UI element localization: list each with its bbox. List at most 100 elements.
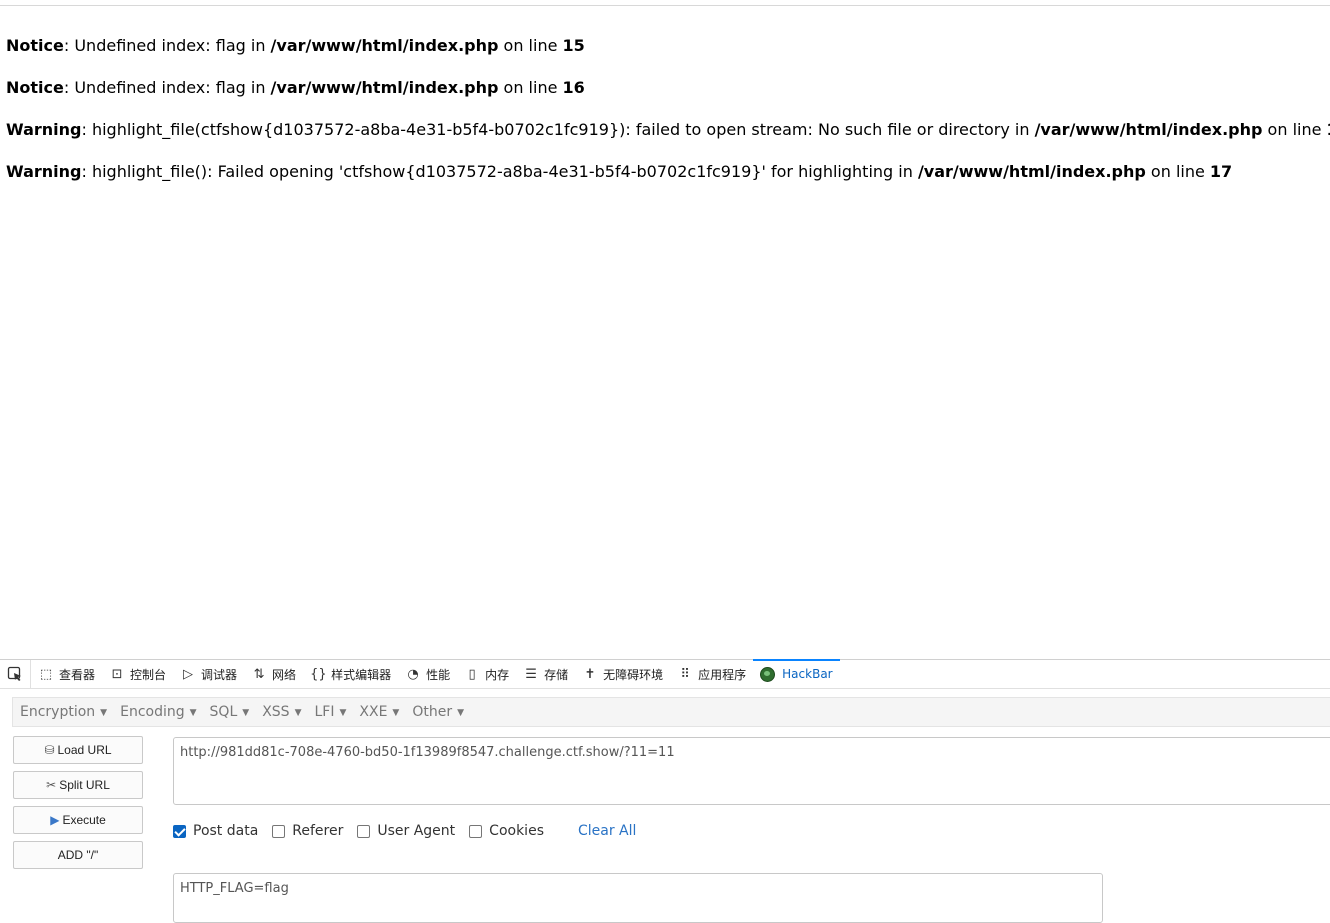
menu-xxe[interactable]: XXE ▼ xyxy=(352,704,405,720)
message-text: : highlight_file(ctfshow{d1037572-a8ba-4… xyxy=(81,120,1035,139)
message-level: Warning xyxy=(6,162,82,181)
message-mid: on line xyxy=(1145,162,1210,181)
caret-down-icon: ▼ xyxy=(294,708,302,718)
tab-label: 调试器 xyxy=(201,667,238,682)
checkbox-checked-icon xyxy=(173,824,186,838)
tab-label: 内存 xyxy=(485,667,510,682)
load-url-button[interactable]: ⛁ Load URL xyxy=(13,736,143,764)
menu-sql[interactable]: SQL ▼ xyxy=(203,704,256,720)
scissors-icon: ✂ xyxy=(46,778,57,792)
tab-console[interactable]: ⊡ 控制台 xyxy=(102,660,173,688)
php-message: Notice: Undefined index: flag in /var/ww… xyxy=(6,34,1330,76)
tab-memory[interactable]: ▯ 内存 xyxy=(457,660,516,688)
message-text: : highlight_file(): Failed opening 'ctfs… xyxy=(81,162,918,181)
devtools-panel: ⬚ 查看器 ⊡ 控制台 ▷ 调试器 ⇅ 网络 {} 样式编辑器 ◔ 性能 ▯ 内存 ☰ 存储 ✝… xyxy=(0,659,1330,923)
message-level: Notice xyxy=(6,78,64,97)
menu-label: XSS xyxy=(262,704,290,720)
button-label: Load URL xyxy=(57,743,112,757)
menu-encryption[interactable]: Encryption ▼ xyxy=(13,704,113,720)
tab-label: 样式编辑器 xyxy=(331,667,392,682)
element-picker-button[interactable] xyxy=(0,660,31,688)
split-url-button[interactable]: ✂ Split URL xyxy=(13,771,143,799)
hackbar-action-buttons: ⛁ Load URL ✂ Split URL ▶ Execute ADD "/" xyxy=(13,736,143,876)
message-path: /var/www/html/index.php xyxy=(270,36,499,55)
page-top-border xyxy=(0,5,1330,6)
checkbox-icon xyxy=(272,824,286,838)
php-message: Notice: Undefined index: flag in /var/ww… xyxy=(6,76,1330,118)
tab-accessibility[interactable]: ✝ 无障碍环境 xyxy=(575,660,670,688)
caret-down-icon: ▼ xyxy=(189,708,197,718)
option-label: Post data xyxy=(193,823,259,839)
caret-down-icon: ▼ xyxy=(392,708,400,718)
tab-label: 性能 xyxy=(426,667,451,682)
checkbox-icon xyxy=(469,824,483,838)
post-data-input[interactable]: HTTP_FLAG=flag xyxy=(173,873,1103,923)
menu-label: XXE xyxy=(359,704,388,720)
button-label: ADD "/" xyxy=(57,848,99,862)
menu-encoding[interactable]: Encoding ▼ xyxy=(113,704,202,720)
php-message: Warning: highlight_file(ctfshow{d1037572… xyxy=(6,118,1330,160)
message-level: Notice xyxy=(6,36,64,55)
memory-icon: ▯ xyxy=(468,666,476,682)
caret-down-icon: ▼ xyxy=(242,708,250,718)
message-mid: on line xyxy=(1262,120,1327,139)
option-label: User Agent xyxy=(377,823,456,839)
performance-icon: ◔ xyxy=(407,666,419,682)
load-icon: ⛁ xyxy=(44,743,55,757)
request-options: Post data Referer User Agent Cookies Cle… xyxy=(173,823,636,839)
debugger-icon: ▷ xyxy=(183,666,194,682)
tab-label: 应用程序 xyxy=(698,667,747,682)
tab-application[interactable]: ⠿ 应用程序 xyxy=(670,660,753,688)
hackbar-logo-icon xyxy=(760,666,776,682)
tab-hackbar[interactable]: HackBar xyxy=(753,659,841,688)
menu-other[interactable]: Other ▼ xyxy=(405,704,470,720)
post-data-checkbox[interactable]: Post data xyxy=(173,823,258,839)
menu-lfi[interactable]: LFI ▼ xyxy=(307,704,352,720)
message-line: 17 xyxy=(1327,120,1330,139)
option-label: Referer xyxy=(292,823,344,839)
hackbar-menu-bar: Encryption ▼ Encoding ▼ SQL ▼ XSS ▼ LFI ▼ XXE… xyxy=(12,697,1330,727)
devtools-toolbar: ⬚ 查看器 ⊡ 控制台 ▷ 调试器 ⇅ 网络 {} 样式编辑器 ◔ 性能 ▯ 内存 ☰ 存储 ✝… xyxy=(0,659,1330,689)
menu-label: LFI xyxy=(314,704,335,720)
add-slash-button[interactable]: ADD "/" xyxy=(13,841,143,869)
message-level: Warning xyxy=(6,120,82,139)
inspector-icon: ⬚ xyxy=(39,666,53,682)
tab-network[interactable]: ⇅ 网络 xyxy=(244,660,303,688)
tab-label: 查看器 xyxy=(59,667,96,682)
caret-down-icon: ▼ xyxy=(339,708,347,718)
tab-style-editor[interactable]: {} 样式编辑器 xyxy=(303,660,398,688)
option-label: Cookies xyxy=(489,823,544,839)
menu-label: Encryption xyxy=(20,704,96,720)
message-path: /var/www/html/index.php xyxy=(1034,120,1263,139)
clear-all-link[interactable]: Clear All xyxy=(578,823,636,839)
tab-label: HackBar xyxy=(782,667,833,681)
tab-performance[interactable]: ◔ 性能 xyxy=(398,660,457,688)
menu-label: Other xyxy=(412,704,453,720)
cookies-checkbox[interactable]: Cookies xyxy=(469,823,544,839)
message-mid: on line xyxy=(498,78,563,97)
tab-debugger[interactable]: ▷ 调试器 xyxy=(173,660,244,688)
url-input[interactable]: http://981dd81c-708e-4760-bd50-1f13989f8… xyxy=(173,737,1330,805)
accessibility-icon: ✝ xyxy=(584,666,596,682)
menu-xss[interactable]: XSS ▼ xyxy=(255,704,307,720)
message-mid: on line xyxy=(498,36,563,55)
message-line: 15 xyxy=(562,36,585,55)
storage-icon: ☰ xyxy=(525,666,537,682)
tab-inspector[interactable]: ⬚ 查看器 xyxy=(31,660,102,688)
php-message: Warning: highlight_file(): Failed openin… xyxy=(6,160,1330,202)
referer-checkbox[interactable]: Referer xyxy=(272,823,343,839)
console-icon: ⊡ xyxy=(111,666,123,682)
button-label: Execute xyxy=(62,813,106,827)
tab-storage[interactable]: ☰ 存储 xyxy=(516,660,575,688)
network-icon: ⇅ xyxy=(253,666,265,682)
menu-label: SQL xyxy=(209,704,238,720)
play-icon: ▶ xyxy=(50,813,60,827)
execute-button[interactable]: ▶ Execute xyxy=(13,806,143,834)
tab-label: 网络 xyxy=(272,667,297,682)
caret-down-icon: ▼ xyxy=(457,708,465,718)
php-error-output: Notice: Undefined index: flag in /var/ww… xyxy=(6,34,1330,202)
message-line: 16 xyxy=(562,78,585,97)
message-text: : Undefined index: flag in xyxy=(63,78,271,97)
user-agent-checkbox[interactable]: User Agent xyxy=(357,823,455,839)
tab-label: 控制台 xyxy=(130,667,167,682)
